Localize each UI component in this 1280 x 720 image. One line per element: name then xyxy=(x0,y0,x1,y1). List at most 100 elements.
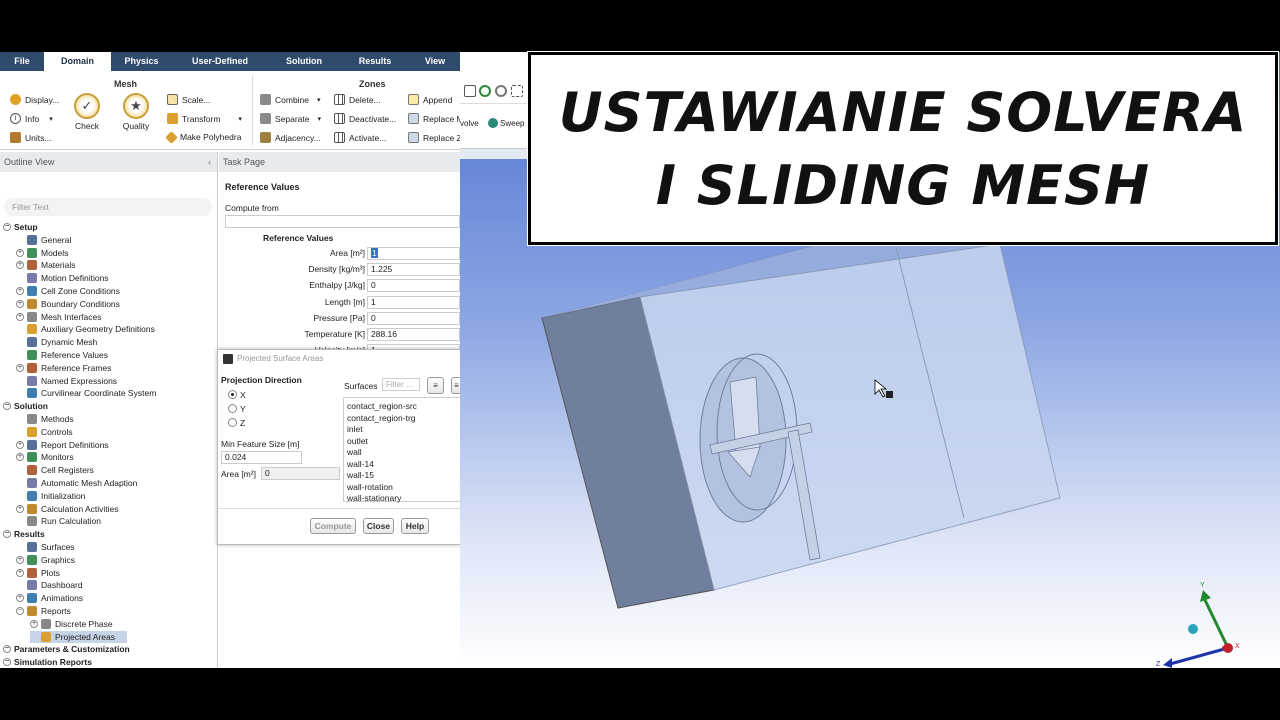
expand-icon[interactable]: + xyxy=(16,261,24,270)
surface-list-item[interactable]: inlet xyxy=(347,424,363,434)
reference-value-input[interactable]: 288.16 xyxy=(367,328,460,341)
outline-item[interactable]: Controls xyxy=(16,426,73,438)
outline-item[interactable]: Automatic Mesh Adaption xyxy=(16,477,137,489)
collapse-icon[interactable]: − xyxy=(3,402,11,411)
outline-item[interactable]: − Solution xyxy=(3,400,48,412)
outline-item[interactable]: − Setup xyxy=(3,221,38,233)
surface-list-item[interactable]: contact_region-src xyxy=(347,401,417,411)
tab-solution[interactable]: Solution xyxy=(268,52,340,71)
collapse-icon[interactable]: − xyxy=(3,530,11,539)
surface-list-item[interactable]: outlet xyxy=(347,436,368,446)
tab-file[interactable]: File xyxy=(0,52,44,71)
expand-icon[interactable]: + xyxy=(30,619,38,628)
reference-value-input[interactable]: 1 xyxy=(367,247,460,260)
outline-item[interactable]: + Calculation Activities xyxy=(16,503,118,515)
check-button[interactable]: ✓ Check xyxy=(70,93,104,131)
append-button[interactable]: Append xyxy=(408,94,452,105)
replace-zone-button[interactable]: Replace Z xyxy=(408,132,462,143)
outline-item[interactable]: − Results xyxy=(3,528,45,540)
outline-item[interactable]: Auxiliary Geometry Definitions xyxy=(16,323,155,335)
outline-item[interactable]: Dashboard xyxy=(16,579,83,591)
outline-item[interactable]: − Parameters & Customization xyxy=(3,643,130,655)
outline-item[interactable]: − Simulation Reports xyxy=(3,656,92,668)
make-polyhedra-button[interactable]: Make Polyhedra xyxy=(165,130,241,144)
help-button[interactable]: Help xyxy=(401,518,429,534)
outline-item[interactable]: + Mesh Interfaces xyxy=(16,311,101,323)
outline-item[interactable]: + Materials xyxy=(16,259,75,271)
surfaces-list[interactable]: contact_region-src contact_region-trg inle… xyxy=(343,397,462,503)
collapse-left-icon[interactable]: ‹ xyxy=(208,152,211,172)
outline-item[interactable]: Dynamic Mesh xyxy=(16,336,97,348)
tab-domain[interactable]: Domain xyxy=(44,52,111,71)
expand-icon[interactable]: + xyxy=(16,363,24,372)
outline-item[interactable]: + Animations xyxy=(16,592,83,604)
outline-item[interactable]: Methods xyxy=(16,413,74,425)
surface-list-item[interactable]: wall xyxy=(347,447,362,457)
expand-icon[interactable]: + xyxy=(16,299,24,308)
combine-button[interactable]: Combine ▾ xyxy=(260,94,321,105)
collapse-icon[interactable]: − xyxy=(16,607,24,615)
outline-item[interactable]: Motion Definitions xyxy=(16,272,109,284)
separate-button[interactable]: Separate ▾ xyxy=(260,113,321,124)
outline-item[interactable]: + Reference Frames xyxy=(16,362,111,374)
radio-x[interactable] xyxy=(228,390,237,399)
close-button[interactable]: Close xyxy=(363,518,394,534)
reference-value-input[interactable]: 0 xyxy=(367,311,460,325)
expand-icon[interactable]: + xyxy=(16,555,24,564)
expand-icon[interactable]: + xyxy=(16,453,24,462)
expand-icon[interactable]: + xyxy=(16,440,24,449)
collapse-icon[interactable]: − xyxy=(3,223,11,231)
surfaces-filter-input[interactable]: Filter ... xyxy=(382,378,420,391)
reference-value-input[interactable]: 1.225 xyxy=(367,263,460,277)
outline-filter-input[interactable]: Filter Text xyxy=(4,198,212,216)
scale-button[interactable]: Scale... xyxy=(167,94,210,105)
deactivate-button[interactable]: Deactivate... xyxy=(334,113,396,124)
surface-list-item[interactable]: wall-stationary xyxy=(347,493,401,503)
expand-icon[interactable]: + xyxy=(16,287,24,295)
quality-button[interactable]: ★ Quality xyxy=(116,93,156,131)
collapse-icon[interactable]: − xyxy=(3,645,11,654)
activate-button[interactable]: Activate... xyxy=(334,132,386,143)
reference-value-input[interactable]: 1 xyxy=(367,295,460,309)
expand-icon[interactable]: + xyxy=(16,568,24,577)
outline-item[interactable]: Run Calculation xyxy=(16,515,101,527)
expand-icon[interactable]: + xyxy=(16,594,24,603)
outline-item[interactable]: Named Expressions xyxy=(16,375,117,387)
outline-item[interactable]: + Boundary Conditions xyxy=(16,298,120,310)
reference-value-input[interactable]: 0 xyxy=(367,279,460,293)
outline-item[interactable]: Cell Registers xyxy=(16,464,94,476)
tab-physics[interactable]: Physics xyxy=(111,52,172,71)
expand-icon[interactable]: + xyxy=(16,312,24,321)
tab-results[interactable]: Results xyxy=(340,52,410,71)
outline-item[interactable]: + Cell Zone Conditions xyxy=(16,285,120,297)
info-button[interactable]: i Info ▾ xyxy=(10,113,53,124)
expand-icon[interactable]: + xyxy=(16,248,24,257)
replace-mesh-button[interactable]: Replace M xyxy=(408,113,464,124)
surface-list-item[interactable]: contact_region-trg xyxy=(347,413,416,423)
transform-button[interactable]: Transform ▾ xyxy=(167,113,242,124)
outline-item[interactable]: − Reports xyxy=(16,605,71,617)
outline-item[interactable]: Projected Areas xyxy=(30,630,128,643)
compute-from-select[interactable] xyxy=(225,215,460,228)
outline-item[interactable]: + Discrete Phase xyxy=(30,618,113,630)
surface-list-item[interactable]: wall-14 xyxy=(347,459,374,469)
outline-item[interactable]: General xyxy=(16,234,71,246)
expand-icon[interactable]: + xyxy=(16,504,24,513)
adjacency-button[interactable]: Adjacency... xyxy=(260,132,321,143)
tab-view[interactable]: View xyxy=(410,52,460,71)
outline-item[interactable]: Surfaces xyxy=(16,541,75,553)
surface-list-item[interactable]: wall-15 xyxy=(347,470,374,480)
collapse-icon[interactable]: − xyxy=(3,658,11,667)
outline-item[interactable]: + Report Definitions xyxy=(16,439,109,451)
surface-list-item[interactable]: wall-rotation xyxy=(347,482,393,492)
compute-button[interactable]: Compute xyxy=(310,518,356,534)
delete-button[interactable]: Delete... xyxy=(334,94,381,105)
select-all-surfaces-button[interactable]: ≡ xyxy=(427,377,444,394)
outline-item[interactable]: + Monitors xyxy=(16,451,74,463)
outline-item[interactable]: + Models xyxy=(16,247,68,259)
radio-y[interactable] xyxy=(228,404,237,413)
outline-item[interactable]: + Graphics xyxy=(16,554,75,566)
outline-item[interactable]: + Plots xyxy=(16,567,60,579)
outline-item[interactable]: Initialization xyxy=(16,490,85,502)
tab-user-defined[interactable]: User-Defined xyxy=(172,52,268,71)
